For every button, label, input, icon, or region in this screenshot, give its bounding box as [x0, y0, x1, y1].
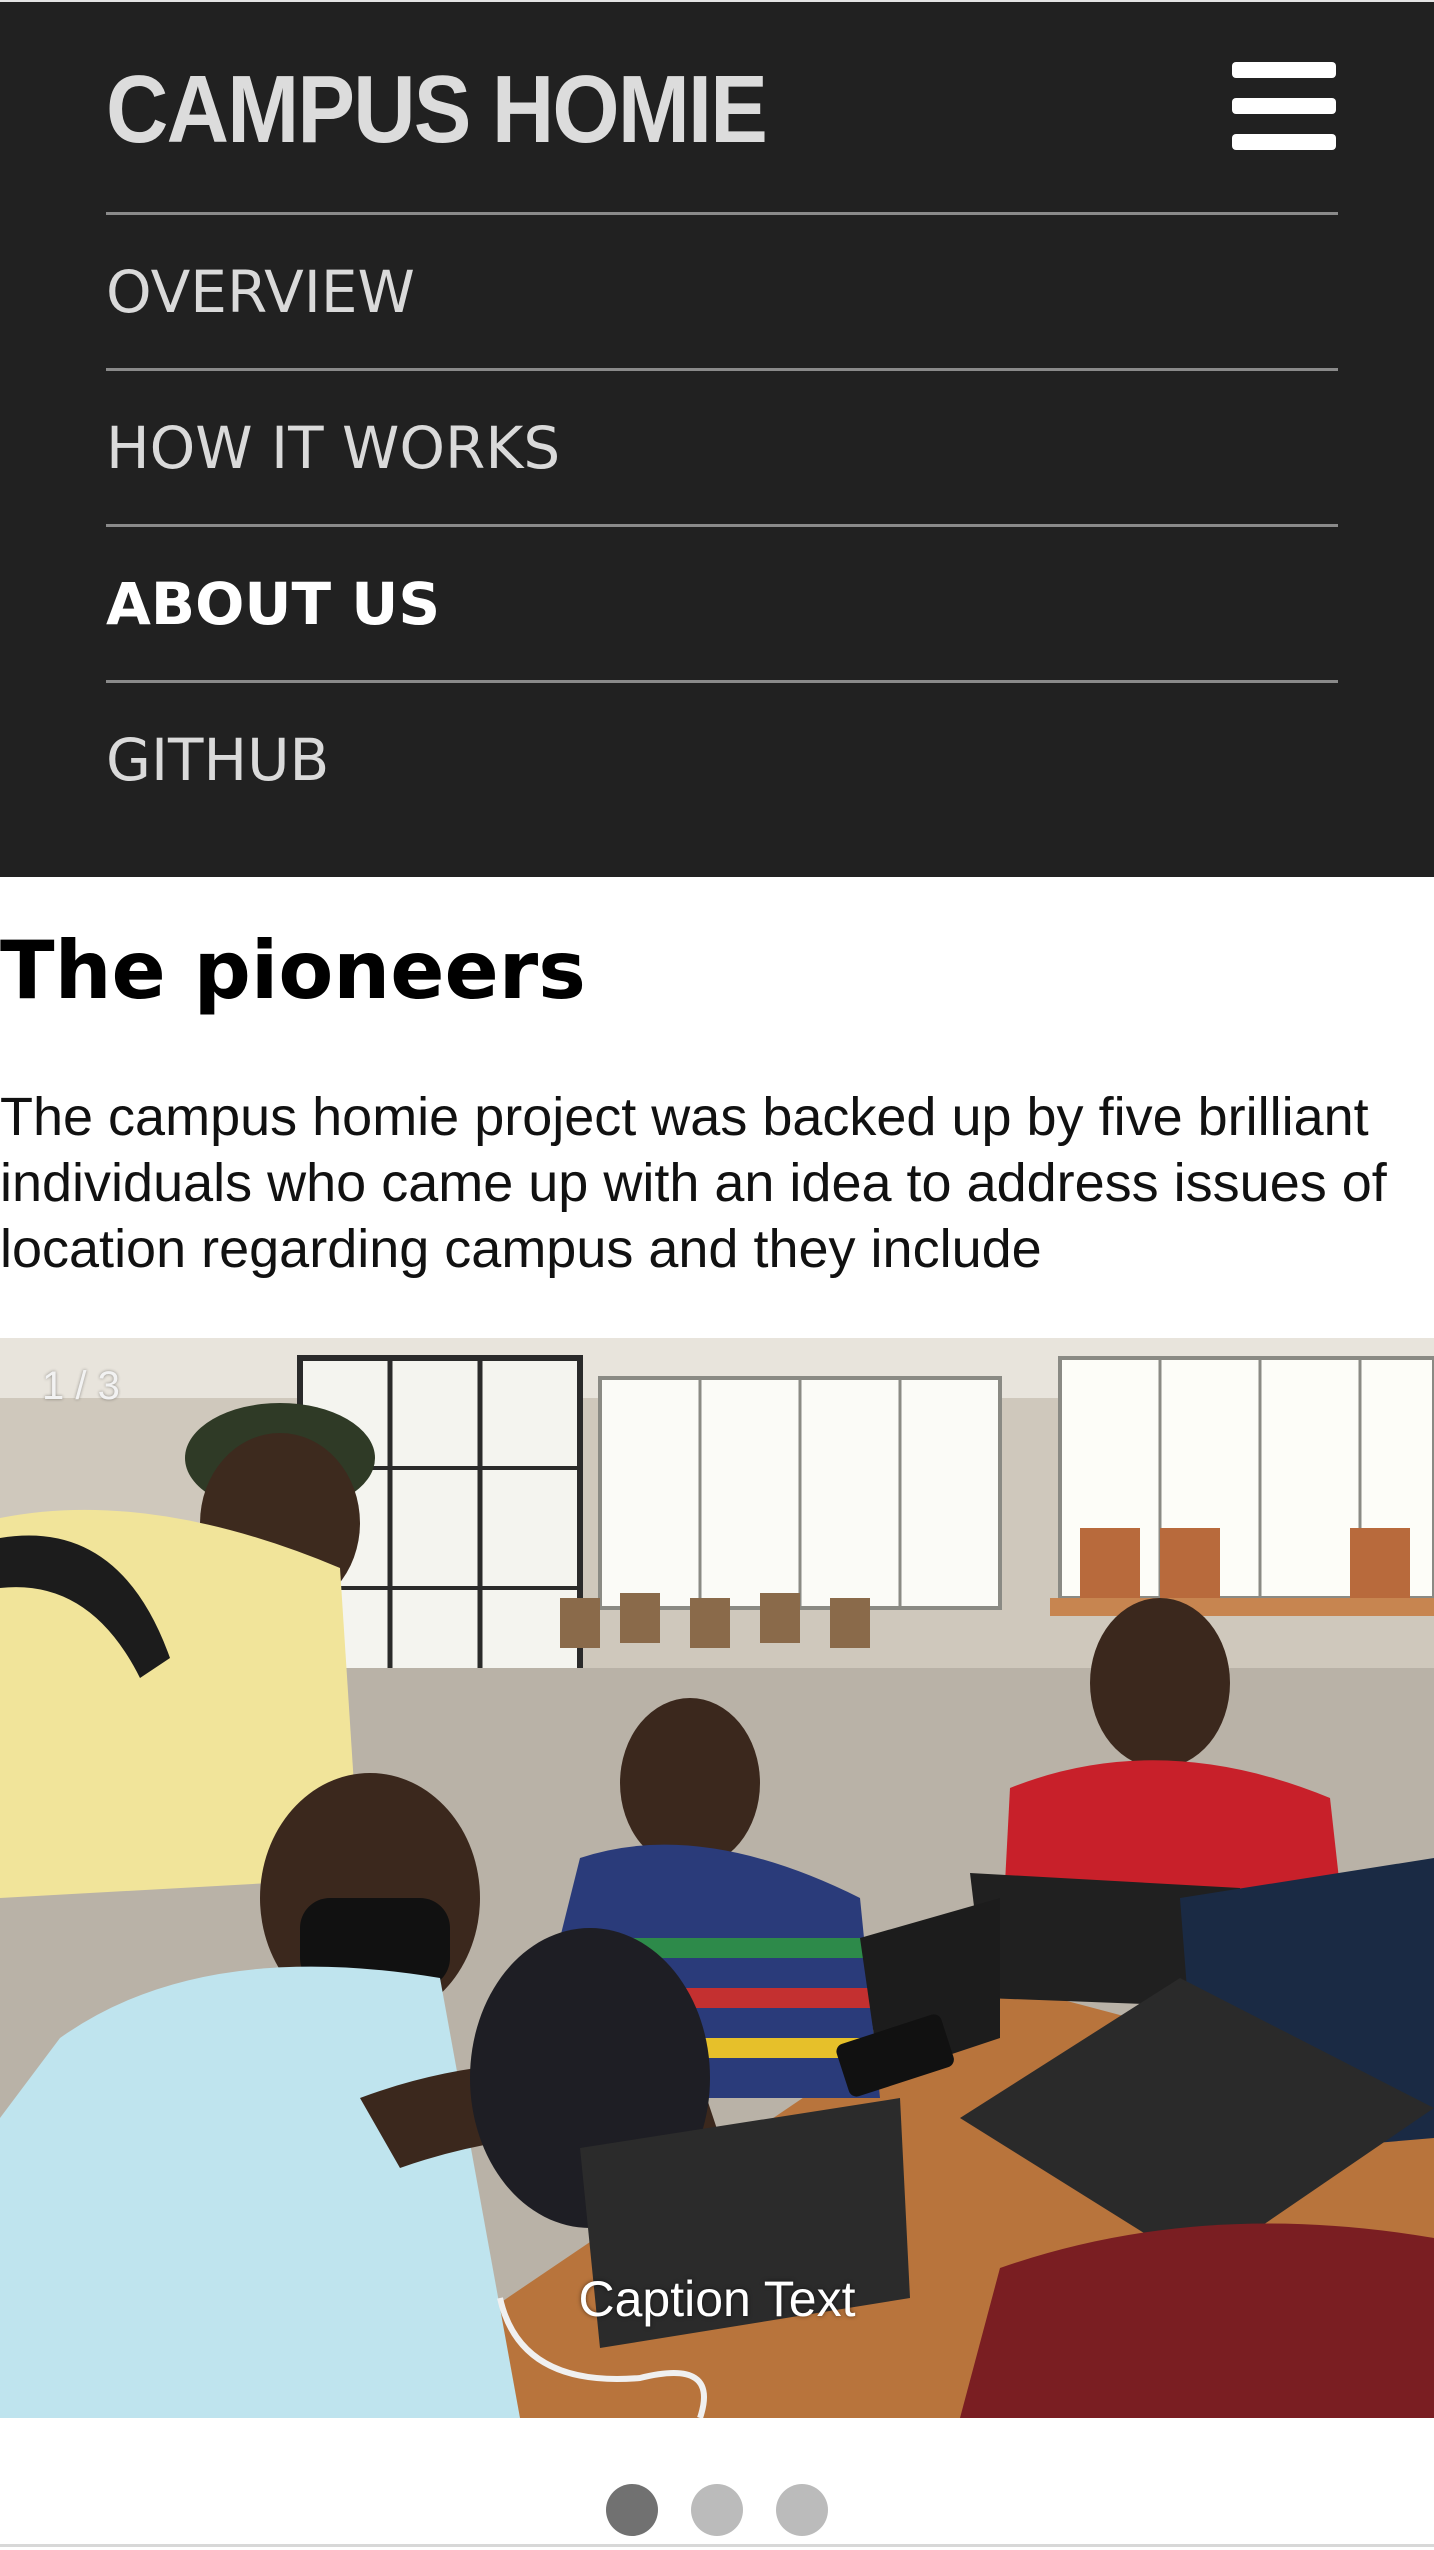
slide-dot-3[interactable]: [776, 2484, 829, 2536]
nav-item-how-it-works[interactable]: HOW IT WORKS: [106, 368, 1338, 524]
nav-item-github[interactable]: GITHUB: [106, 680, 1338, 836]
menu-bar: [1232, 98, 1336, 114]
slide-counter: 1 / 3: [42, 1364, 120, 1408]
nav-item-overview[interactable]: OVERVIEW: [106, 212, 1338, 368]
menu-bar: [1232, 62, 1336, 78]
hamburger-menu-icon[interactable]: [1228, 58, 1340, 154]
section-description: The campus homie project was backed up b…: [0, 1087, 1387, 1279]
top-navigation: CAMPUS HOMIE OVERVIEW HOW IT WORKS ABOUT…: [0, 0, 1434, 877]
nav-item-about-us[interactable]: ABOUT US: [106, 524, 1338, 680]
slide-image: [0, 1338, 1434, 2418]
section-title: The pioneers: [0, 924, 586, 1017]
menu-bar: [1232, 134, 1336, 150]
slide-dot-1[interactable]: [605, 2484, 658, 2536]
divider: [0, 2544, 1434, 2547]
brand-title[interactable]: CAMPUS HOMIE: [106, 50, 768, 170]
slide-indicators: [0, 2484, 1434, 2538]
slide-caption: Caption Text: [578, 2271, 856, 2327]
nav-menu: OVERVIEW HOW IT WORKS ABOUT US GITHUB: [106, 212, 1338, 836]
slide-dot-2[interactable]: [691, 2484, 743, 2536]
slideshow[interactable]: 1 / 3 Caption Text: [0, 1338, 1434, 2418]
